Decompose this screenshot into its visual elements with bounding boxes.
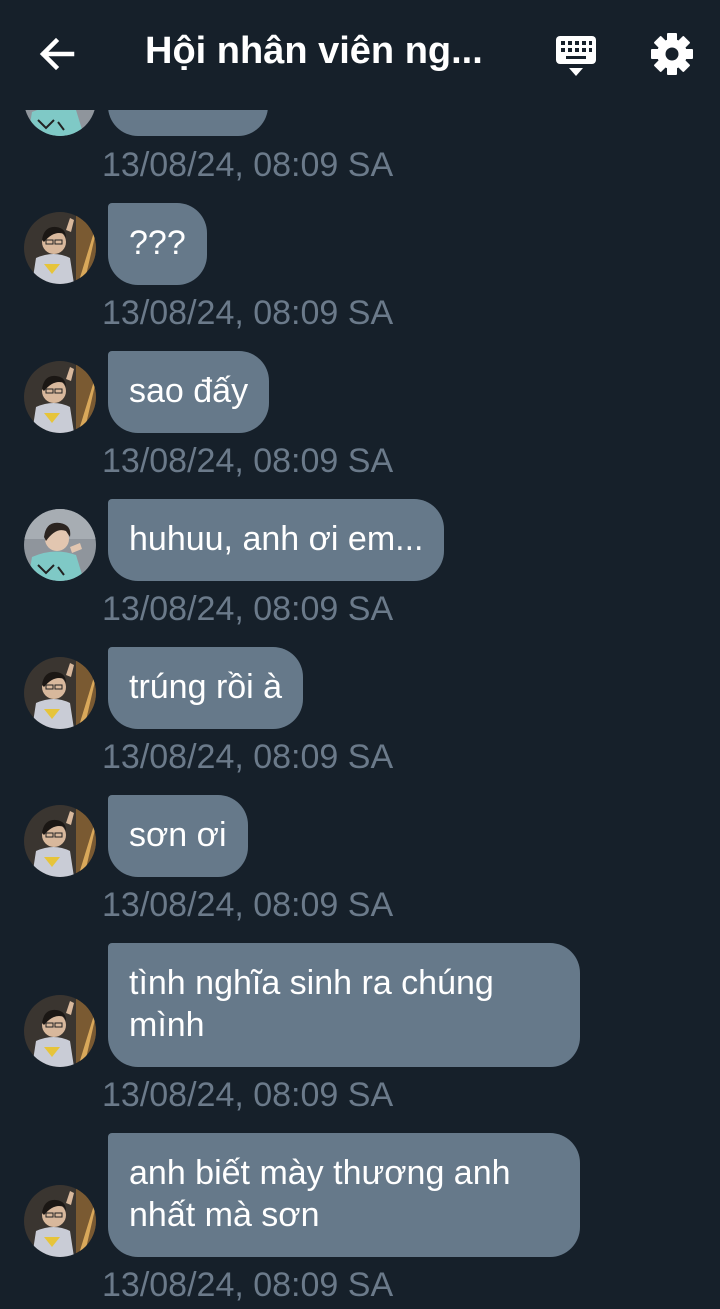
avatar[interactable] [24,1185,96,1257]
avatar[interactable] [24,212,96,284]
avatar[interactable] [24,805,96,877]
avatar[interactable] [24,657,96,729]
message-timestamp: 13/08/24, 08:09 SA [102,146,394,184]
keyboard-button[interactable] [552,32,600,80]
message-timestamp: 13/08/24, 08:09 SA [102,1076,394,1114]
back-button[interactable] [32,30,80,78]
message-timestamp: 13/08/24, 08:09 SA [102,738,394,776]
message-text: sao đấy [129,372,249,410]
message-timestamp: 13/08/24, 08:09 SA [102,886,394,924]
message-text: sơn ơi [129,816,227,854]
message-bubble[interactable]: huhuu, anh ơi em... [108,499,445,581]
avatar[interactable] [24,995,96,1067]
message-bubble[interactable]: tình nghĩa sinh ra chúng mình [108,943,580,1067]
message-timestamp: 13/08/24, 08:09 SA [102,442,394,480]
message-text: trúng rồi à [129,668,283,706]
message-bubble[interactable]: ??? [108,203,207,285]
message-bubble[interactable]: trúng rồi à [108,647,304,729]
message-text: huhuu, anh ơi em... [129,520,424,558]
message-bubble[interactable]: sao đấy [108,351,270,433]
avatar[interactable] [24,361,96,433]
chat-title: Hội nhân viên ng... [145,30,483,72]
message-timestamp: 13/08/24, 08:09 SA [102,294,394,332]
message-timestamp: 13/08/24, 08:09 SA [102,1266,394,1304]
message-text: anh biết mày thương anh nhất mà sơn [129,1154,511,1234]
message-bubble[interactable]: sơn ơi [108,795,248,877]
arrow-left-icon [39,37,75,71]
avatar[interactable] [24,509,96,581]
keyboard-icon [556,36,596,76]
message-bubble[interactable]: anh biết mày thương anh nhất mà sơn [108,1133,580,1257]
gear-icon [651,33,693,75]
settings-button[interactable] [648,30,696,78]
message-timestamp: 13/08/24, 08:09 SA [102,590,394,628]
message-text: ??? [129,224,186,262]
app-header: Hội nhân viên ng... [0,0,720,110]
message-list[interactable]: 13/08/24, 08:09 SA ??? 13/08/24, 08:09 S… [0,0,720,1309]
message-text: tình nghĩa sinh ra chúng mình [129,964,494,1044]
